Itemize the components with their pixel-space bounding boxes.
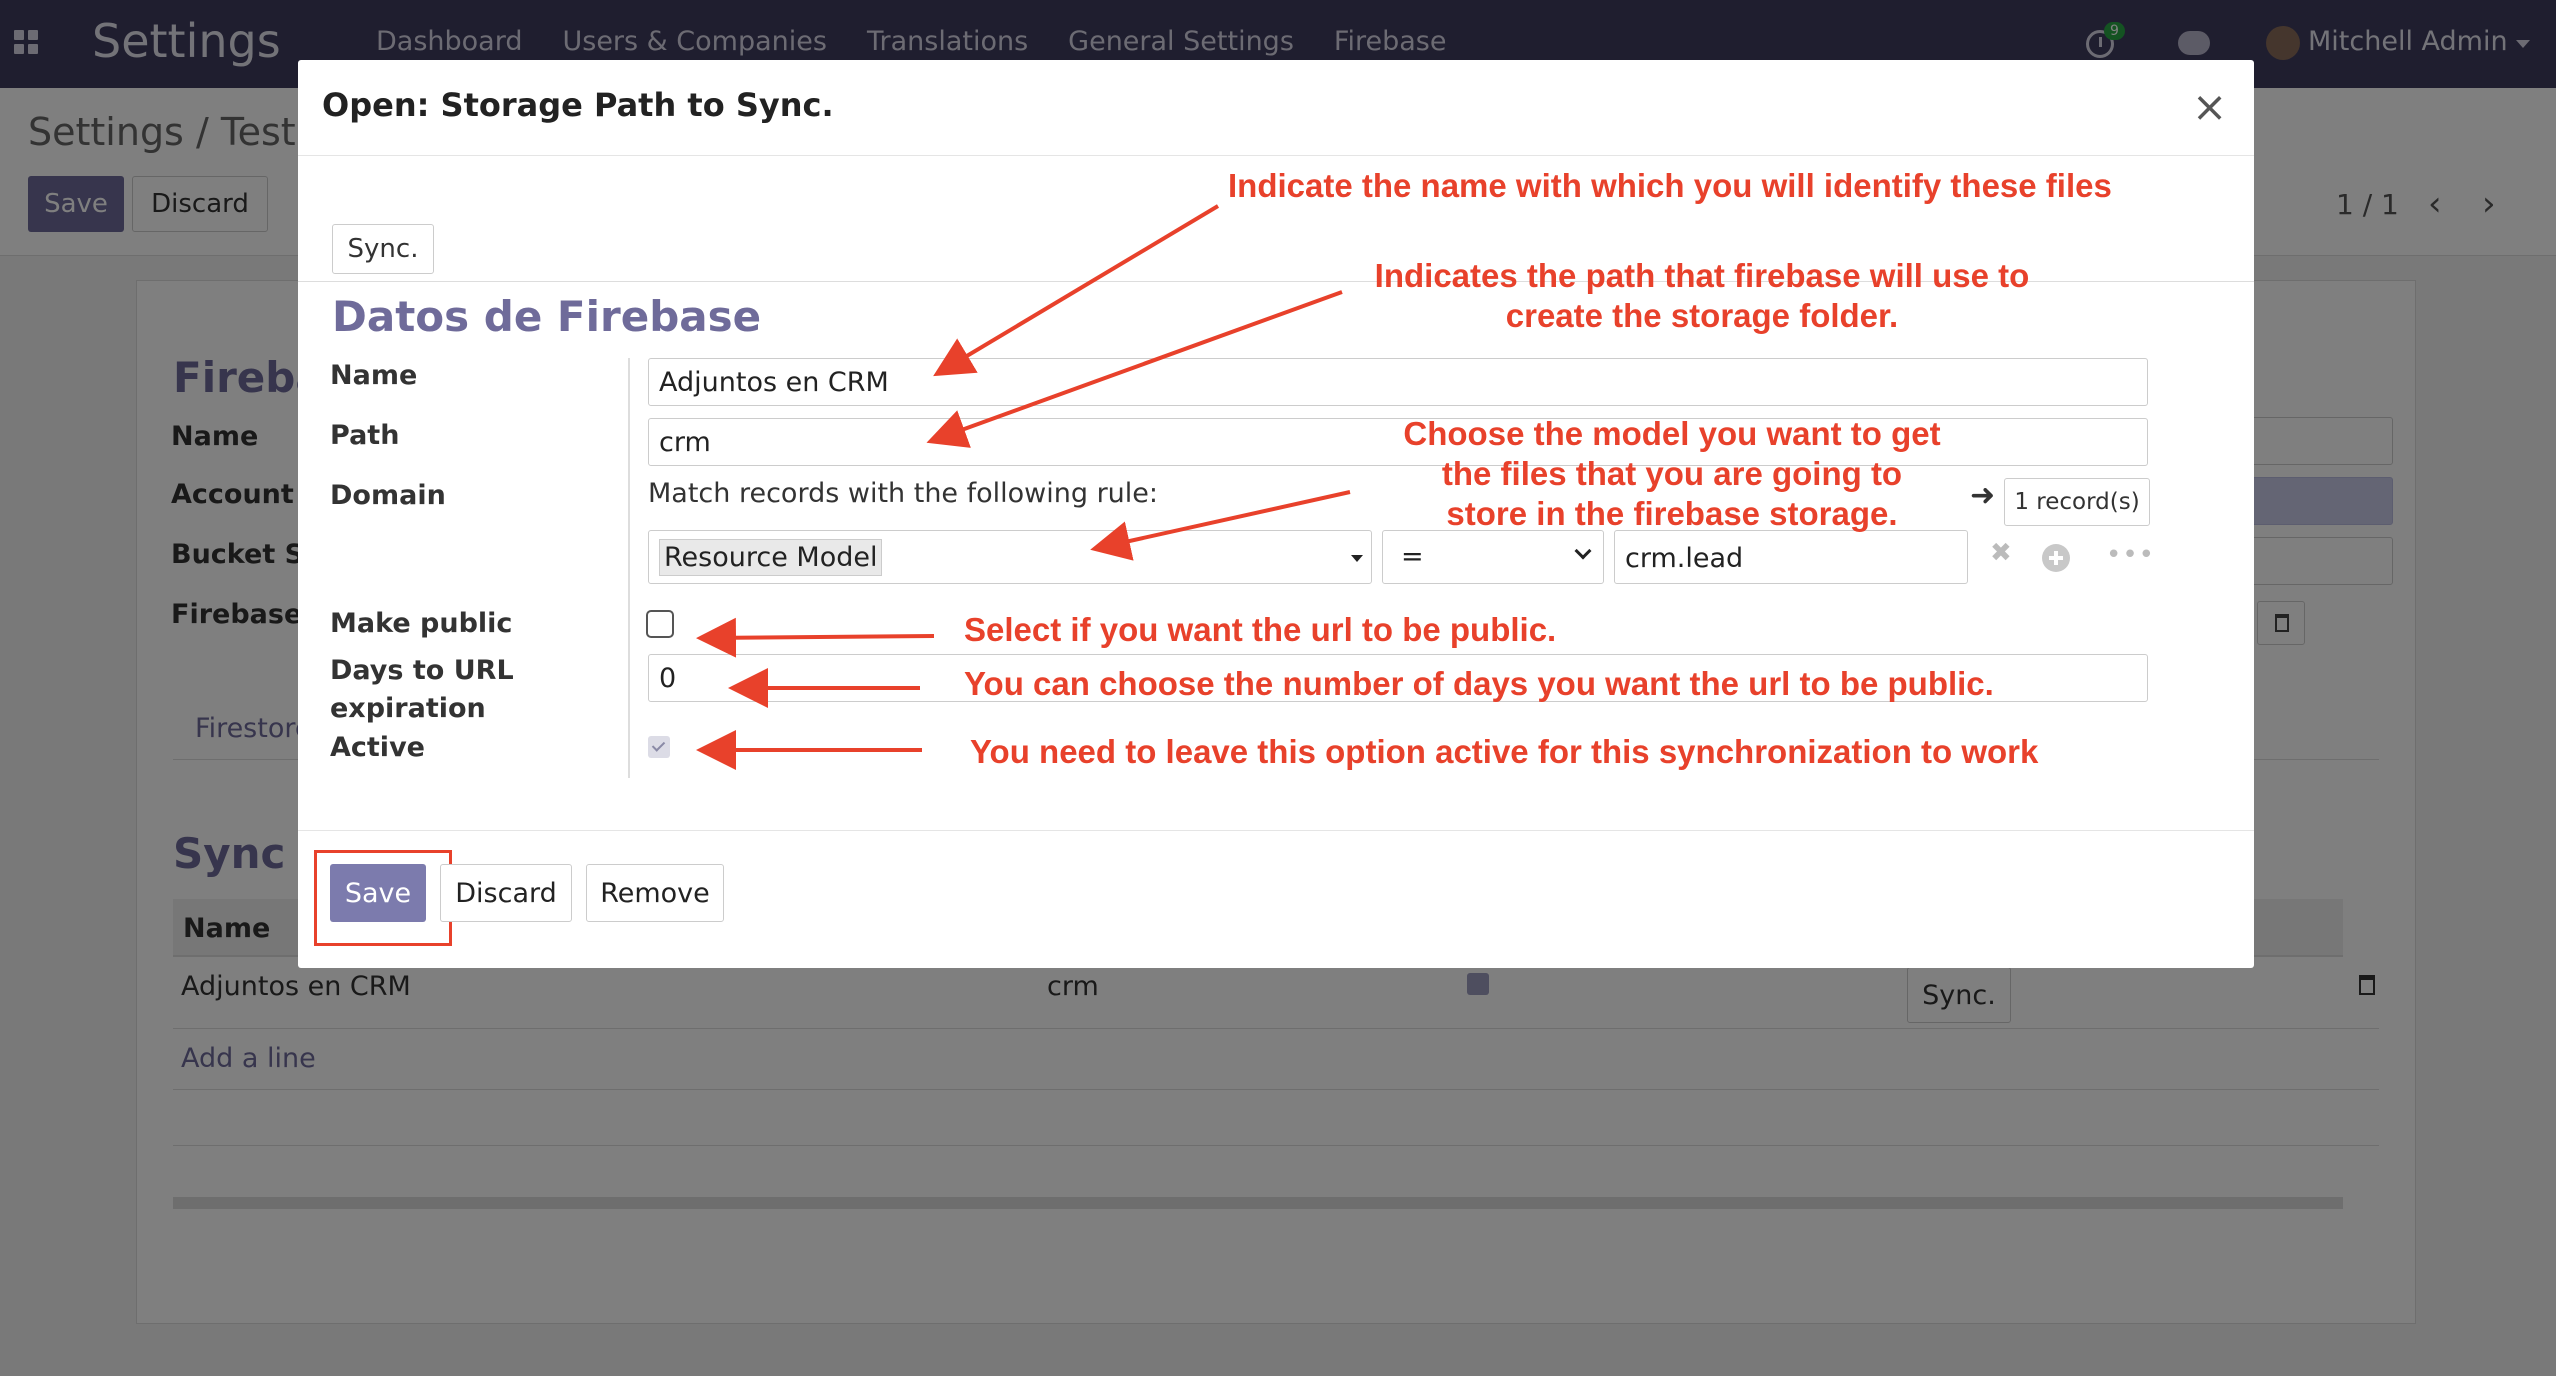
annotation-model: Choose the model you want to get the fil… [1336,414,2008,534]
name-input[interactable]: Adjuntos en CRM [648,358,2148,406]
domain-rule-text: Match records with the following rule: [648,478,1159,509]
label-active: Active [330,732,425,763]
annotation-public: Select if you want the url to be public. [964,611,1557,648]
dropdown-arrow-icon [1351,555,1363,562]
section-title: Datos de Firebase [332,292,762,341]
dialog-footer-divider [298,830,2254,831]
dialog-title: Open: Storage Path to Sync. [322,86,834,124]
add-rule-icon[interactable] [2042,544,2070,572]
domain-field-select[interactable]: Resource Model [648,530,1372,584]
make-public-checkbox[interactable] [646,610,674,638]
domain-field-value: Resource Model [659,539,883,576]
annotation-model-line-1: Choose the model you want to get [1403,415,1941,452]
annotation-path-line-2: create the storage folder. [1505,297,1899,334]
chevron-down-icon [1574,542,1592,560]
label-days-expiration: Days to URL expiration [330,655,514,724]
records-count-button[interactable]: 1 record(s) [2004,478,2150,526]
dialog-discard-button[interactable]: Discard [440,864,572,922]
annotation-model-line-3: store in the firebase storage. [1446,495,1898,532]
remove-rule-icon[interactable]: ✖ [1990,538,2012,568]
domain-operator-select[interactable]: = [1382,530,1604,584]
dialog-remove-button[interactable]: Remove [586,864,724,922]
dialog-header: Open: Storage Path to Sync. × [298,60,2254,156]
annotation-name: Indicate the name with which you will id… [1228,167,2112,204]
close-icon[interactable]: × [2192,82,2227,131]
save-highlight-box [314,850,452,946]
label-divider [628,358,630,778]
active-checkbox[interactable] [648,736,670,758]
domain-operator-value: = [1401,541,1424,572]
annotation-days: You can choose the number of days you wa… [964,665,1994,702]
annotation-path-line-1: Indicates the path that firebase will us… [1374,257,2030,294]
label-name: Name [330,360,418,391]
annotation-path: Indicates the path that firebase will us… [1362,256,2042,336]
more-options-icon[interactable]: ••• [2106,540,2155,570]
label-domain: Domain [330,480,446,511]
annotation-active: You need to leave this option active for… [970,733,2039,770]
label-make-public: Make public [330,608,513,639]
sync-button[interactable]: Sync. [332,224,434,274]
annotation-model-line-2: the files that you are going to [1441,455,1903,492]
domain-value-input[interactable]: crm.lead [1614,530,1968,584]
label-path: Path [330,420,400,451]
